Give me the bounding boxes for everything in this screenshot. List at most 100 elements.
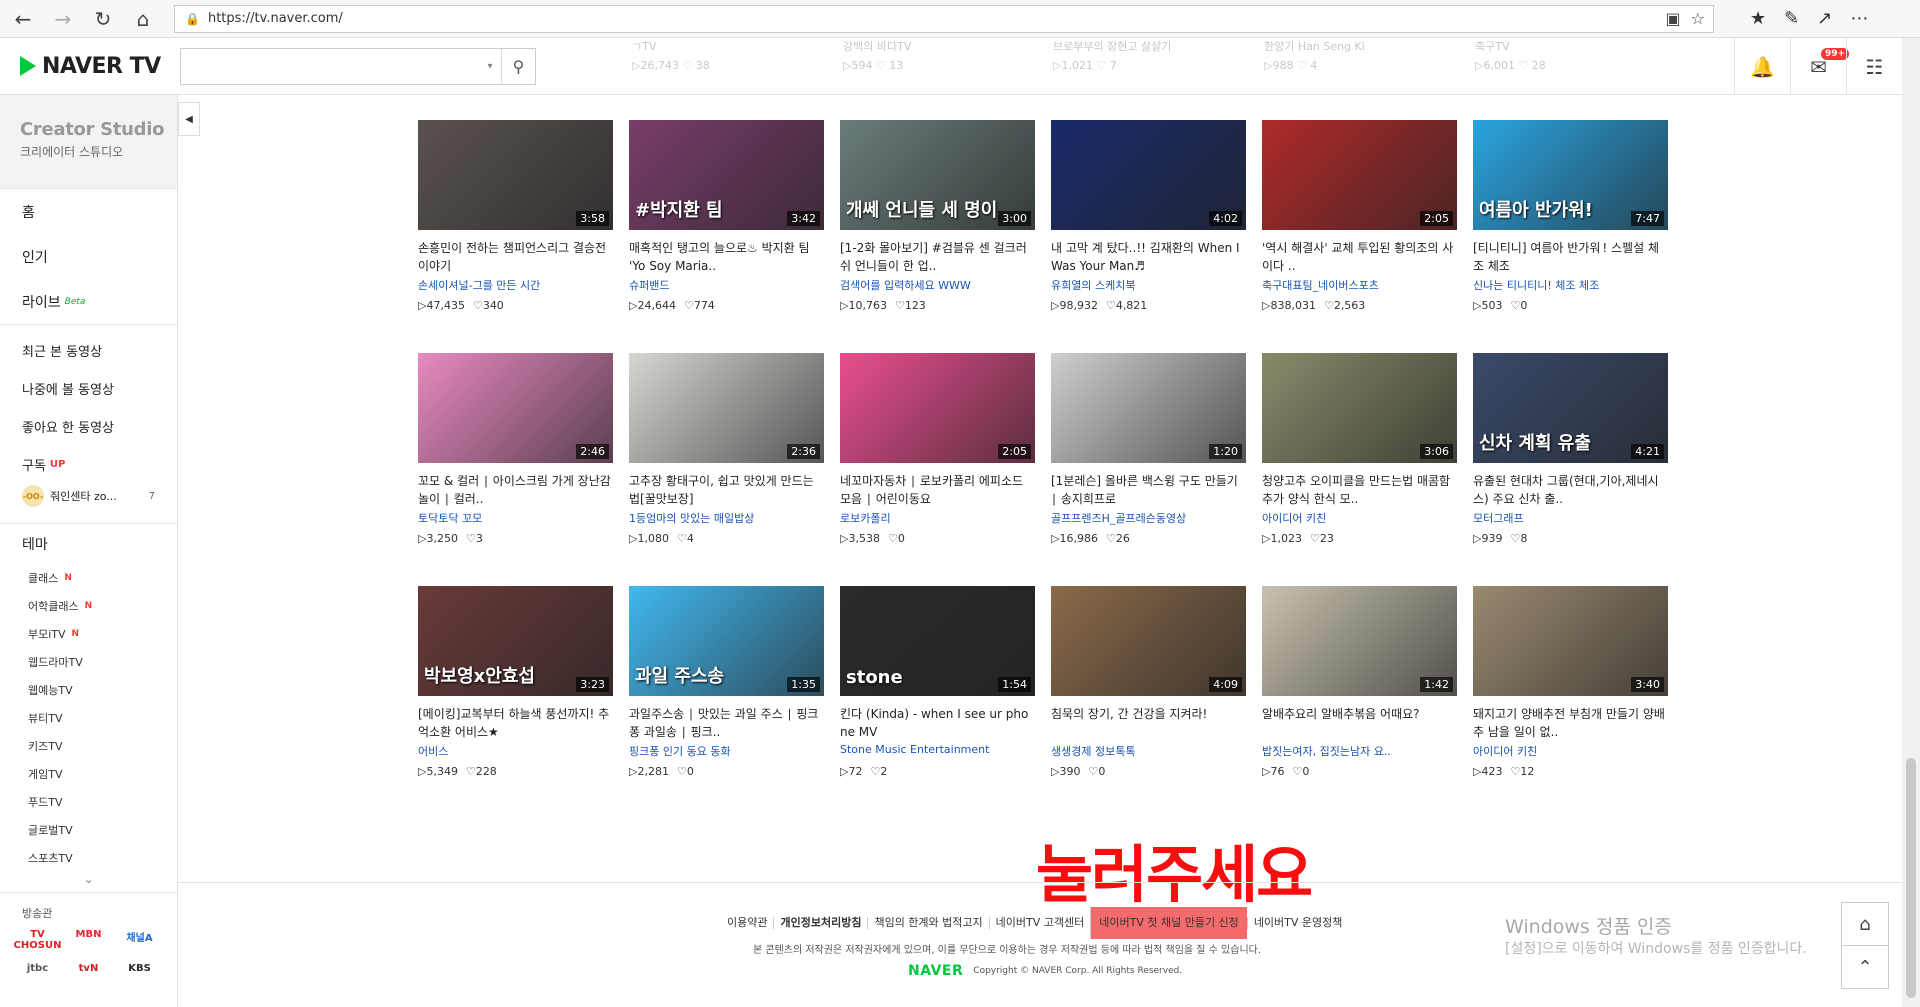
- sidebar-item-liked[interactable]: 좋아요 한 동영상: [22, 407, 177, 445]
- sidebar-theme-item[interactable]: 웹예능TV: [0, 676, 177, 704]
- video-card[interactable]: 3:58 손흥민이 전하는 챔피언스리그 결승전 이야기손세이셔널-그를 만든 시…: [418, 120, 613, 353]
- video-channel[interactable]: 핑크퐁 인기 동요 동화: [629, 743, 824, 761]
- video-title[interactable]: 손흥민이 전하는 챔피언스리그 결승전 이야기: [418, 239, 613, 275]
- broadcaster-logo[interactable]: KBS: [114, 963, 165, 974]
- page-scrollbar[interactable]: [1902, 38, 1920, 1007]
- naver-logo[interactable]: NAVER: [908, 963, 963, 979]
- video-channel[interactable]: 아이디어 키친: [1473, 743, 1668, 761]
- video-title[interactable]: 네꼬마자동차 ∣ 로보카폴리 에피소드 모음 ∣ 어린이동요: [840, 472, 1035, 508]
- broadcaster-logo[interactable]: 채널A: [114, 929, 165, 951]
- video-thumbnail[interactable]: 4:09: [1051, 586, 1246, 696]
- sidebar-theme-item[interactable]: 어학클래스 N: [0, 592, 177, 620]
- video-channel[interactable]: 유희열의 스케치북: [1051, 277, 1246, 295]
- sidebar-theme-item[interactable]: 부모iTV N: [0, 620, 177, 648]
- video-title[interactable]: 킨다 (Kinda) - when I see ur phone MV: [840, 705, 1035, 741]
- sidebar-item-later[interactable]: 나중에 볼 동영상: [22, 369, 177, 407]
- video-title[interactable]: 청양고추 오이피클을 만드는법 매콤함 추가 양식 한식 모..: [1262, 472, 1457, 508]
- video-title[interactable]: 침묵의 장기, 간 건강을 지켜라!: [1051, 705, 1246, 741]
- video-channel[interactable]: 신나는 티니티니! 체조 체조: [1473, 277, 1668, 295]
- video-title[interactable]: [1분레슨] 올바른 백스윙 구도 만들기 ∣ 송지희프로: [1051, 472, 1246, 508]
- video-thumbnail[interactable]: stone 1:54: [840, 586, 1035, 696]
- sidebar-collapse-button[interactable]: ◀: [178, 102, 200, 136]
- video-title[interactable]: '역시 해결사' 교체 투입된 황의조의 사이다 ..: [1262, 239, 1457, 275]
- video-card[interactable]: 2:46 꼬모 & 컬러 ∣ 아이스크림 가게 장난감 놀이 ∣ 컬러.. 토닥토닥…: [418, 353, 613, 586]
- video-channel[interactable]: 슈퍼밴드: [629, 277, 824, 295]
- sidebar-theme-item[interactable]: 스포츠TV: [0, 844, 177, 872]
- video-card[interactable]: 4:09 침묵의 장기, 간 건강을 지켜라! 생생경제 정보톡톡 ▷390 ♡0: [1051, 586, 1246, 819]
- video-title[interactable]: 꼬모 & 컬러 ∣ 아이스크림 가게 장난감 놀이 ∣ 컬러..: [418, 472, 613, 508]
- refresh-icon[interactable]: ↻: [86, 4, 120, 34]
- video-title[interactable]: 고추장 황태구이, 쉽고 맛있게 만드는법[꿀맛보장]: [629, 472, 824, 508]
- video-channel[interactable]: Stone Music Entertainment: [840, 743, 1035, 761]
- video-title[interactable]: 알배추요리 알배추볶음 어때요?: [1262, 705, 1457, 741]
- video-card[interactable]: 3:06 청양고추 오이피클을 만드는법 매콤함 추가 양식 한식 모.. 아이디어…: [1262, 353, 1457, 586]
- sidebar-item-home[interactable]: 홈: [22, 189, 177, 234]
- video-title[interactable]: 돼지고기 양배추전 부침개 만들기 양배추 남을 일이 없..: [1473, 705, 1668, 741]
- naver-tv-logo[interactable]: NAVER TV: [20, 54, 161, 79]
- video-channel[interactable]: 밥짓는여자, 집짓는남자 요..: [1262, 743, 1457, 761]
- address-bar[interactable]: 🔒 https://tv.naver.com/ ▣ ☆: [174, 4, 1714, 33]
- video-title[interactable]: [1-2화 몰아보기] #검블유 센 걸크러쉬 언니들이 한 업..: [840, 239, 1035, 275]
- subscribed-channel[interactable]: -OO- 줘인센타 zo... 7: [22, 483, 177, 509]
- video-thumbnail[interactable]: 2:05: [840, 353, 1035, 463]
- video-channel[interactable]: 모터그래프: [1473, 510, 1668, 528]
- video-channel[interactable]: 손세이셔널-그를 만든 시간: [418, 277, 613, 295]
- search-dropdown-icon[interactable]: ▾: [479, 49, 501, 84]
- video-thumbnail[interactable]: 2:36: [629, 353, 824, 463]
- video-channel[interactable]: 검색어를 입력하세요 WWW: [840, 277, 1035, 295]
- footer-link[interactable]: 네이버TV 첫 채널 만들기 신청: [1090, 907, 1247, 939]
- sidebar-item-recent[interactable]: 최근 본 동영상: [22, 331, 177, 369]
- apps-button[interactable]: ☷: [1846, 38, 1902, 95]
- video-thumbnail[interactable]: 신차 계획 유출 4:21: [1473, 353, 1668, 463]
- sidebar-theme-item[interactable]: 웹드라마TV: [0, 648, 177, 676]
- scrollbar-thumb[interactable]: [1906, 758, 1916, 998]
- video-thumbnail[interactable]: 1:20: [1051, 353, 1246, 463]
- scroll-top-button[interactable]: ⌃: [1841, 945, 1889, 989]
- video-thumbnail[interactable]: 3:58: [418, 120, 613, 230]
- broadcaster-logo[interactable]: TV CHOSUN: [12, 929, 63, 951]
- sidebar-item-popular[interactable]: 인기: [22, 234, 177, 279]
- footer-link[interactable]: 네이버TV 운영정책: [1246, 917, 1349, 929]
- video-channel[interactable]: 1등엄마의 맛있는 매일밥상: [629, 510, 824, 528]
- video-thumbnail[interactable]: 박보영x안효섭 3:23: [418, 586, 613, 696]
- sidebar-theme-item[interactable]: 게임TV: [0, 760, 177, 788]
- creator-studio-link[interactable]: Creator Studio 크리에이터 스튜디오: [0, 95, 177, 189]
- video-card[interactable]: #박지환 팀 3:42 매혹적인 탱고의 늘으로♨ 박지환 팀 'Yo Soy Ma…: [629, 120, 824, 353]
- notification-button[interactable]: 🔔: [1734, 38, 1790, 95]
- video-thumbnail[interactable]: 개쎄 언니들 세 명이 3:00: [840, 120, 1035, 230]
- video-card[interactable]: 여름아 반가워! 7:47 [티니티니] 여름아 반가워 ! 스펠설 체조 체조 신나…: [1473, 120, 1668, 353]
- broadcaster-logo[interactable]: tvN: [63, 963, 114, 974]
- video-thumbnail[interactable]: 2:46: [418, 353, 613, 463]
- search-button[interactable]: ⚲: [501, 49, 535, 84]
- video-card[interactable]: 2:05 네꼬마자동차 ∣ 로보카폴리 에피소드 모음 ∣ 어린이동요 로보카폴리 ▷…: [840, 353, 1035, 586]
- footer-link[interactable]: 이용약관: [721, 917, 773, 929]
- more-icon[interactable]: ⋯: [1850, 8, 1868, 29]
- chevron-down-icon[interactable]: ⌄: [0, 872, 177, 892]
- share-icon[interactable]: ↗: [1817, 8, 1832, 29]
- video-thumbnail[interactable]: 4:02: [1051, 120, 1246, 230]
- sidebar-theme-item[interactable]: 푸드TV: [0, 788, 177, 816]
- video-thumbnail[interactable]: 과일 주스송 1:35: [629, 586, 824, 696]
- footer-link[interactable]: 네이버TV 고객센터: [988, 917, 1091, 929]
- favorites-hub-icon[interactable]: ★: [1750, 8, 1766, 29]
- video-card[interactable]: stone 1:54 킨다 (Kinda) - when I see ur phon…: [840, 586, 1035, 819]
- mail-button[interactable]: ✉ 99+: [1790, 38, 1850, 95]
- search-input[interactable]: [181, 49, 479, 84]
- video-channel[interactable]: 아이디어 키친: [1262, 510, 1457, 528]
- video-thumbnail[interactable]: 1:42: [1262, 586, 1457, 696]
- favorite-star-icon[interactable]: ☆: [1691, 9, 1705, 28]
- home-fab-button[interactable]: ⌂: [1841, 902, 1889, 946]
- video-channel[interactable]: 생생경제 정보톡톡: [1051, 743, 1246, 761]
- video-title[interactable]: 과일주스송 ∣ 맛있는 과일 주스 ∣ 핑크퐁 과일송 ∣ 핑크..: [629, 705, 824, 741]
- video-channel[interactable]: 골프프렌즈H_골프레슨동영상: [1051, 510, 1246, 528]
- video-thumbnail[interactable]: 3:40: [1473, 586, 1668, 696]
- video-title[interactable]: 유출된 현대차 그룹(현대,기아,제네시스) 주요 신차 출..: [1473, 472, 1668, 508]
- video-card[interactable]: 4:02 내 고막 계 탔다..!! 김재환의 When I Was Your M…: [1051, 120, 1246, 353]
- video-card[interactable]: 과일 주스송 1:35 과일주스송 ∣ 맛있는 과일 주스 ∣ 핑크퐁 과일송 ∣ …: [629, 586, 824, 819]
- footer-link[interactable]: 책임의 한계와 법적고지: [867, 917, 988, 929]
- video-thumbnail[interactable]: 3:06: [1262, 353, 1457, 463]
- home-icon[interactable]: ⌂: [126, 4, 160, 34]
- broadcaster-logo[interactable]: jtbc: [12, 963, 63, 974]
- video-channel[interactable]: 로보카폴리: [840, 510, 1035, 528]
- video-card[interactable]: 신차 계획 유출 4:21 유출된 현대차 그룹(현대,기아,제네시스) 주요 신차…: [1473, 353, 1668, 586]
